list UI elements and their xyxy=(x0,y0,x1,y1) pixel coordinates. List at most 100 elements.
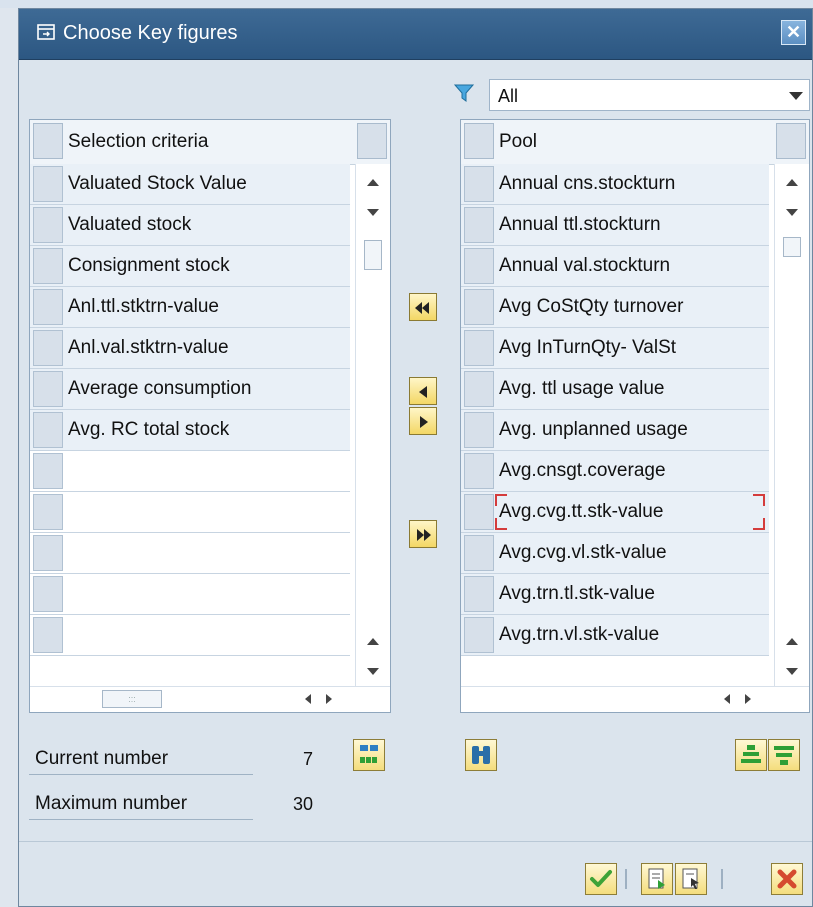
table-row[interactable]: Avg. RC total stock xyxy=(30,410,350,451)
table-row[interactable]: Avg CoStQty turnover xyxy=(461,287,769,328)
row-selector[interactable] xyxy=(33,371,63,407)
copy-layout-button[interactable] xyxy=(641,863,673,895)
table-row[interactable]: Consignment stock xyxy=(30,246,350,287)
scrollbar-thumb[interactable] xyxy=(783,237,801,257)
table-row[interactable]: Avg.cnsgt.coverage xyxy=(461,451,769,492)
horizontal-scrollbar[interactable]: ::: xyxy=(30,686,390,712)
move-all-right-button[interactable] xyxy=(409,520,437,548)
row-selector[interactable] xyxy=(464,330,494,366)
scroll-right-icon[interactable] xyxy=(745,694,751,704)
row-selector[interactable] xyxy=(464,494,494,530)
table-row[interactable]: Avg.trn.tl.stk-value xyxy=(461,574,769,615)
table-row[interactable] xyxy=(30,451,350,492)
table-row[interactable]: Avg.cvg.vl.stk-value xyxy=(461,533,769,574)
scroll-up-icon[interactable] xyxy=(786,638,798,645)
selection-criteria-header: Selection criteria xyxy=(68,131,209,152)
cancel-button[interactable] xyxy=(771,863,803,895)
horizontal-scrollbar[interactable] xyxy=(461,686,809,712)
table-row[interactable] xyxy=(30,533,350,574)
find-button[interactable] xyxy=(465,739,497,771)
table-row[interactable]: Annual ttl.stockturn xyxy=(461,205,769,246)
select-all-rows-button[interactable] xyxy=(33,123,63,159)
paste-layout-button[interactable] xyxy=(675,863,707,895)
scroll-down-icon[interactable] xyxy=(786,209,798,216)
row-selector[interactable] xyxy=(33,453,63,489)
pool-filter-select[interactable]: All xyxy=(489,79,810,111)
scroll-left-icon[interactable] xyxy=(724,694,730,704)
maximum-number-label: Maximum number xyxy=(35,793,188,814)
vertical-scrollbar[interactable] xyxy=(774,164,809,689)
table-row[interactable]: Annual cns.stockturn xyxy=(461,164,769,205)
row-selector[interactable] xyxy=(33,576,63,612)
scroll-up-icon[interactable] xyxy=(786,179,798,186)
horizontal-scrollbar-thumb[interactable]: ::: xyxy=(102,690,162,708)
align-up-button[interactable] xyxy=(735,739,767,771)
table-row[interactable] xyxy=(30,492,350,533)
table-row[interactable] xyxy=(30,615,350,656)
toolbar-separator xyxy=(721,869,723,889)
table-row-focused[interactable]: Avg.cvg.tt.stk-value xyxy=(461,492,769,533)
row-selector[interactable] xyxy=(33,330,63,366)
row-text: Avg.cvg.vl.stk-value xyxy=(499,542,667,563)
table-row[interactable]: Anl.ttl.stktrn-value xyxy=(30,287,350,328)
column-layout-up-icon xyxy=(741,745,761,763)
scroll-down-icon[interactable] xyxy=(367,668,379,675)
row-selector[interactable] xyxy=(33,166,63,202)
table-row[interactable]: Anl.val.stktrn-value xyxy=(30,328,350,369)
align-down-button[interactable] xyxy=(768,739,800,771)
table-row[interactable]: Avg.trn.vl.stk-value xyxy=(461,615,769,656)
table-row[interactable]: Valuated Stock Value xyxy=(30,164,350,205)
row-selector[interactable] xyxy=(464,412,494,448)
row-selector[interactable] xyxy=(464,453,494,489)
row-text: Average consumption xyxy=(68,378,252,399)
row-text: Consignment stock xyxy=(68,255,230,276)
table-row[interactable] xyxy=(30,574,350,615)
table-row[interactable]: Average consumption xyxy=(30,369,350,410)
filter-value: All xyxy=(498,86,519,106)
scroll-down-icon[interactable] xyxy=(786,668,798,675)
table-row[interactable]: Annual val.stockturn xyxy=(461,246,769,287)
row-text: Avg.cvg.tt.stk-value xyxy=(499,501,664,522)
table-row[interactable]: Avg. unplanned usage xyxy=(461,410,769,451)
column-layout-down-icon xyxy=(774,746,794,765)
row-selector[interactable] xyxy=(33,535,63,571)
table-row[interactable]: Avg. ttl usage value xyxy=(461,369,769,410)
close-icon[interactable]: ✕ xyxy=(781,20,806,45)
current-number-value: 7 xyxy=(303,749,314,769)
row-selector[interactable] xyxy=(464,248,494,284)
select-all-rows-button[interactable] xyxy=(464,123,494,159)
row-text: Avg.trn.vl.stk-value xyxy=(499,624,660,645)
confirm-button[interactable] xyxy=(585,863,617,895)
move-all-left-button[interactable] xyxy=(409,293,437,321)
row-selector[interactable] xyxy=(464,535,494,571)
row-selector[interactable] xyxy=(33,617,63,653)
move-left-button[interactable] xyxy=(409,377,437,405)
column-settings-button[interactable] xyxy=(776,123,806,159)
row-selector[interactable] xyxy=(33,207,63,243)
scroll-down-icon[interactable] xyxy=(367,209,379,216)
scroll-right-icon[interactable] xyxy=(326,694,332,704)
row-selector[interactable] xyxy=(464,576,494,612)
scroll-up-icon[interactable] xyxy=(367,638,379,645)
row-selector[interactable] xyxy=(33,412,63,448)
table-row[interactable]: Avg InTurnQty- ValSt xyxy=(461,328,769,369)
focus-corner xyxy=(495,518,507,530)
row-selector[interactable] xyxy=(33,248,63,284)
scroll-up-icon[interactable] xyxy=(367,179,379,186)
vertical-scrollbar[interactable] xyxy=(355,164,390,689)
row-selector[interactable] xyxy=(33,494,63,530)
row-selector[interactable] xyxy=(464,617,494,653)
row-selector[interactable] xyxy=(33,289,63,325)
row-selector[interactable] xyxy=(464,207,494,243)
row-selector[interactable] xyxy=(464,289,494,325)
row-selector[interactable] xyxy=(464,371,494,407)
scroll-left-icon[interactable] xyxy=(305,694,311,704)
chevron-down-icon[interactable] xyxy=(789,92,803,100)
row-selector[interactable] xyxy=(464,166,494,202)
column-settings-button[interactable] xyxy=(357,123,387,159)
filter-icon[interactable] xyxy=(453,82,475,104)
table-row[interactable]: Valuated stock xyxy=(30,205,350,246)
scrollbar-thumb[interactable] xyxy=(364,240,382,270)
move-right-button[interactable] xyxy=(409,407,437,435)
sort-button[interactable] xyxy=(353,739,385,771)
